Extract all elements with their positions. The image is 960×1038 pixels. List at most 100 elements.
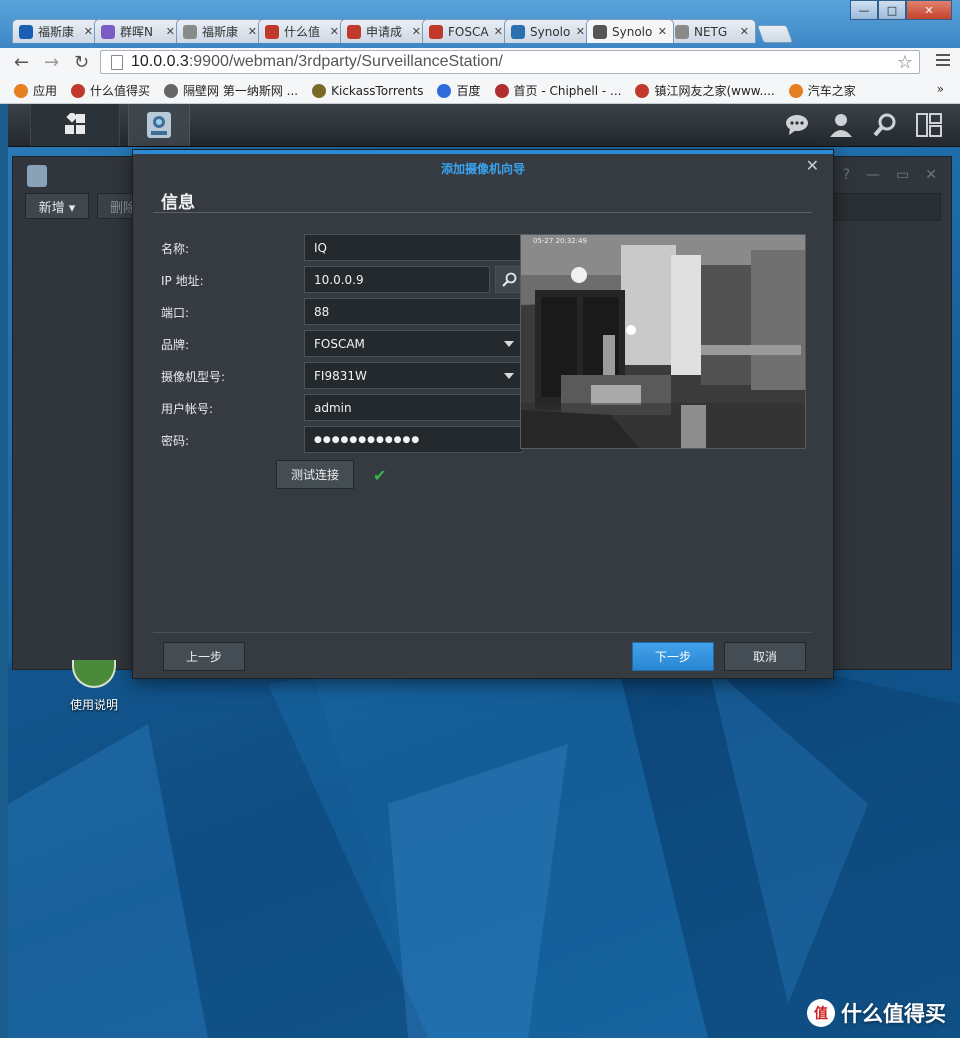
tab-label: 群晖N xyxy=(120,25,153,39)
close-tab-icon[interactable]: ✕ xyxy=(330,25,339,38)
bg-window-controls: ? — ▭ ✕ xyxy=(827,167,937,183)
paw-icon xyxy=(19,24,33,39)
close-tab-icon[interactable]: ✕ xyxy=(248,25,257,38)
port-input[interactable]: 88 xyxy=(304,298,523,325)
back-arrow-icon[interactable]: ← xyxy=(14,52,29,73)
browser-tab[interactable]: 福斯康 ✕ xyxy=(12,19,100,43)
tab-label: NETG xyxy=(694,24,728,39)
search-icon[interactable] xyxy=(872,112,898,138)
close-tab-icon[interactable]: ✕ xyxy=(740,25,749,38)
bookmark-item[interactable]: 首页 - Chiphell - ... xyxy=(494,82,621,99)
page-icon xyxy=(675,24,689,39)
surveillance-icon xyxy=(593,24,607,39)
minimize-icon[interactable]: — xyxy=(866,167,880,183)
tab-label: Synolo xyxy=(612,24,653,39)
tab-label: 福斯康 xyxy=(38,25,75,39)
smzdm-icon xyxy=(71,83,86,98)
help-shortcut-label: 使用说明 xyxy=(69,698,118,712)
browser-tab[interactable]: NETG ✕ xyxy=(668,19,756,43)
widgets-icon[interactable] xyxy=(916,112,942,138)
user-icon[interactable] xyxy=(828,112,854,138)
maximize-icon[interactable]: ▭ xyxy=(896,167,909,183)
cancel-button[interactable]: 取消 xyxy=(724,642,806,671)
bookmarks-bar: 应用 什么值得买 隔壁网 第一纳斯网 ... KickassTorrents 百度 首页 … xyxy=(0,78,960,104)
close-tab-icon[interactable]: ✕ xyxy=(658,25,667,38)
bookmark-item[interactable]: 什么值得买 xyxy=(71,82,150,99)
search-icon xyxy=(502,272,517,287)
watermark-text: 什么值得买 xyxy=(841,1002,946,1026)
home-icon xyxy=(164,83,179,98)
minimize-button[interactable]: — xyxy=(850,0,878,20)
password-input[interactable]: ●●●●●●●●●●●● xyxy=(304,426,523,453)
main-menu-button[interactable] xyxy=(30,104,120,146)
close-tab-icon[interactable]: ✕ xyxy=(494,25,503,38)
name-input[interactable]: IQ xyxy=(304,234,523,261)
forward-arrow-icon[interactable]: → xyxy=(44,52,59,73)
add-camera-wizard-dialog: 添加摄像机向导 ✕ 信息 名称: IQ IP 地址: 10.0.0.9 端口: … xyxy=(132,149,834,679)
browser-tab[interactable]: 福斯康 ✕ xyxy=(176,19,264,43)
tab-strip: 福斯康 ✕ 群晖N ✕ 福斯康 ✕ 什么值 ✕ 申请成 ✕ FOSCA ✕ Synolo ✕ Synolo ✕… xyxy=(12,19,794,45)
next-step-button[interactable]: 下一步 xyxy=(632,642,714,671)
password-row: 密码: ●●●●●●●●●●●● xyxy=(161,426,523,454)
help-icon[interactable]: ? xyxy=(843,167,850,183)
ip-input[interactable]: 10.0.0.9 xyxy=(304,266,490,293)
close-icon[interactable]: ✕ xyxy=(925,167,937,183)
close-icon[interactable]: ✕ xyxy=(806,156,819,175)
camera-search-input[interactable] xyxy=(821,193,941,221)
synology-n-icon xyxy=(101,24,115,39)
previous-step-button[interactable]: 上一步 xyxy=(163,642,245,671)
help-shortcut[interactable]: 使用说明 xyxy=(62,660,126,713)
new-tab-button[interactable] xyxy=(756,25,794,43)
chevron-down-icon xyxy=(504,341,514,347)
model-value: FI9831W xyxy=(314,368,367,383)
dsm-taskbar xyxy=(8,104,960,147)
reload-icon[interactable]: ↻ xyxy=(74,52,89,73)
name-row: 名称: IQ xyxy=(161,234,523,262)
model-label: 摄像机型号: xyxy=(161,370,226,384)
bookmark-item[interactable]: 汽车之家 xyxy=(788,82,856,99)
surveillance-station-taskbar-button[interactable] xyxy=(128,104,190,146)
username-input[interactable]: admin xyxy=(304,394,523,421)
browser-tab[interactable]: 什么值 ✕ xyxy=(258,19,346,43)
close-tab-icon[interactable]: ✕ xyxy=(166,25,175,38)
bookmark-star-icon[interactable]: ☆ xyxy=(897,52,913,73)
bookmark-label: 应用 xyxy=(33,84,58,98)
bookmark-label: 汽车之家 xyxy=(807,84,856,98)
baidu-paw-icon xyxy=(437,83,452,98)
browser-tab[interactable]: 申请成 ✕ xyxy=(340,19,428,43)
bookmark-item[interactable]: 应用 xyxy=(14,82,57,99)
bookmark-item[interactable]: 百度 xyxy=(437,82,481,99)
bookmark-label: 什么值得买 xyxy=(90,84,151,98)
close-tab-icon[interactable]: ✕ xyxy=(84,25,93,38)
url-text[interactable]: 10.0.0.3:9900/webman/3rdparty/Surveillan… xyxy=(131,53,897,71)
brand-label: 品牌: xyxy=(161,338,190,352)
browser-tab[interactable]: Synolo ✕ xyxy=(586,19,674,43)
test-connection-button[interactable]: 测试连接 xyxy=(276,460,354,489)
model-select[interactable]: FI9831W xyxy=(304,362,523,389)
browser-tab[interactable]: FOSCA ✕ xyxy=(422,19,510,43)
add-camera-button[interactable]: 新增 ▾ xyxy=(25,193,89,219)
taskbar-tray xyxy=(766,112,942,138)
kickass-icon xyxy=(312,83,327,98)
bookmark-item[interactable]: 隔壁网 第一纳斯网 ... xyxy=(164,82,298,99)
window-controls: — □ ✕ xyxy=(850,0,952,20)
maximize-button[interactable]: □ xyxy=(878,0,906,20)
close-tab-icon[interactable]: ✕ xyxy=(412,25,421,38)
browser-tab[interactable]: 群晖N ✕ xyxy=(94,19,182,43)
chat-icon[interactable] xyxy=(784,112,810,138)
bookmark-item[interactable]: 镇江网友之家(www.... xyxy=(635,82,775,99)
bookmark-item[interactable]: KickassTorrents xyxy=(312,83,424,98)
address-bar[interactable]: 10.0.0.3:9900/webman/3rdparty/Surveillan… xyxy=(100,50,920,74)
close-tab-icon[interactable]: ✕ xyxy=(576,25,585,38)
user-label: 用户帐号: xyxy=(161,402,214,416)
bookmark-label: KickassTorrents xyxy=(331,83,424,98)
menu-icon[interactable] xyxy=(936,54,950,69)
brand-select[interactable]: FOSCAM xyxy=(304,330,523,357)
bookmark-label: 镇江网友之家(www.... xyxy=(654,84,775,98)
browser-tab[interactable]: Synolo ✕ xyxy=(504,19,592,43)
smzdm-icon xyxy=(347,24,361,39)
close-window-button[interactable]: ✕ xyxy=(906,0,952,20)
bookmarks-more-button[interactable]: » xyxy=(937,82,944,96)
ip-search-button[interactable] xyxy=(495,266,523,293)
footer-divider xyxy=(153,632,812,633)
